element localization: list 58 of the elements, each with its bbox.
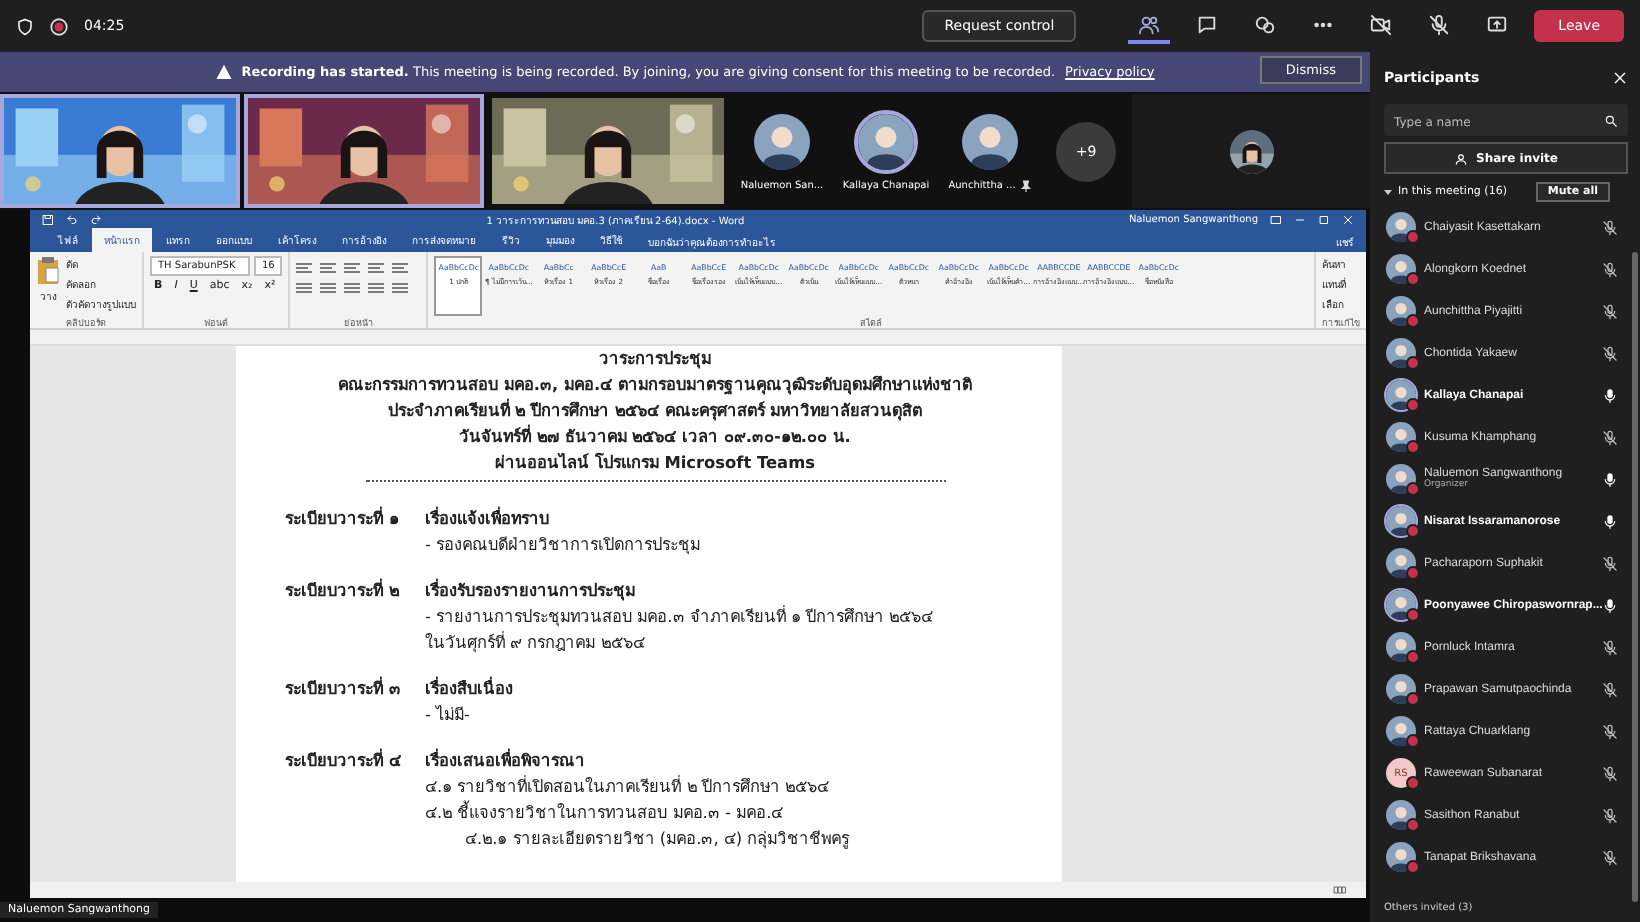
- agenda-line: ในวันศุกร์ที่ ๙ กรกฎาคม ๒๕๖๔: [425, 630, 647, 656]
- share-screen-icon: [1486, 13, 1509, 35]
- heading-line: วันจันทร์ที่ ๒๗ ธันวาคม ๒๕๖๔ เวลา ๐๙.๓๐-๑๒.๐๐ น.: [457, 424, 853, 450]
- agenda-title: เรื่องรับรองรายงานการประชุม: [425, 578, 637, 604]
- people-icon: [1138, 13, 1161, 35]
- heading-line: ประจำภาคเรียนที่ ๒ ปีการศึกษา ๒๕๖๔ คณะครุศาสตร์ มหาวิทยาลัยสวนดุสิต: [385, 398, 925, 424]
- heading-line: ผ่านออนไลน์ โปรแกรม Microsoft Teams: [493, 450, 817, 476]
- mic-off-icon[interactable]: [1602, 219, 1618, 235]
- scrollbar[interactable]: [1632, 252, 1638, 902]
- mic-icon[interactable]: [1602, 513, 1618, 529]
- agenda-title: เรื่องแจ้งเพื่อทราบ: [425, 506, 551, 532]
- warning-icon: [215, 64, 232, 80]
- agenda-label: ระเบียบวาระที่ ๒: [285, 578, 401, 604]
- mic-icon[interactable]: [1602, 471, 1618, 487]
- close-icon[interactable]: [1342, 214, 1354, 226]
- paste-icon[interactable]: [36, 256, 60, 284]
- agenda-label: ระเบียบวาระที่ ๔: [285, 748, 403, 774]
- agenda-line: - ไม่มี-: [425, 702, 473, 728]
- agenda-label: ระเบียบวาระที่ ๑: [285, 506, 401, 532]
- agenda-line: - รองคณบดีฝ่ายวิชาการเปิดการประชุม: [425, 532, 703, 558]
- redo-icon[interactable]: [90, 214, 102, 226]
- mic-off-icon[interactable]: [1602, 723, 1618, 739]
- mic-off-icon: [1428, 13, 1451, 35]
- mic-off-icon[interactable]: [1602, 849, 1618, 865]
- agenda-line: - รายงานการประชุมทวนสอบ มคอ.๓ จำภาคเรียนที่ ๑ ปีการศึกษา ๒๕๖๔: [425, 604, 936, 630]
- chat-icon: [1196, 13, 1219, 35]
- undo-icon[interactable]: [66, 214, 78, 226]
- camera-off-icon: [1370, 13, 1393, 35]
- agenda-title: เรื่องสืบเนื่อง: [425, 676, 515, 702]
- reactions-icon: [1254, 13, 1277, 35]
- invite-icon: [1454, 151, 1468, 165]
- recording-icon: [50, 17, 68, 35]
- close-icon[interactable]: [1612, 70, 1628, 86]
- mic-off-icon[interactable]: [1602, 765, 1618, 781]
- agenda-subline: ๔.๒.๑ รายละเอียดรายวิชา (มคอ.๓, ๔) กลุ่มวิชาชีพครู: [463, 826, 852, 852]
- mic-off-icon[interactable]: [1602, 261, 1618, 277]
- agenda-label: ระเบียบวาระที่ ๓: [285, 676, 403, 702]
- agenda-line: ๔.๒ ชี้แจงรายวิชาในการทวนสอบ มคอ.๓ - มคอ.๔: [425, 800, 786, 826]
- mic-off-icon[interactable]: [1602, 345, 1618, 361]
- minimize-icon[interactable]: [1294, 214, 1306, 226]
- shield-icon: [16, 17, 34, 35]
- heading-line: วาระการประชุม: [597, 346, 713, 372]
- save-icon[interactable]: [42, 214, 54, 226]
- mic-off-icon[interactable]: [1602, 429, 1618, 445]
- mic-off-icon[interactable]: [1602, 303, 1618, 319]
- mic-off-icon[interactable]: [1602, 555, 1618, 571]
- mic-off-icon[interactable]: [1602, 681, 1618, 697]
- mic-icon[interactable]: [1602, 597, 1618, 613]
- ribbon-options-icon[interactable]: [1270, 214, 1282, 226]
- mic-icon[interactable]: [1602, 387, 1618, 403]
- caret-icon[interactable]: [1384, 188, 1392, 196]
- maximize-icon[interactable]: [1318, 214, 1330, 226]
- agenda-line: ๔.๑ รายวิชาที่เปิดสอนในภาคเรียนที่ ๒ ปีการศึกษา ๒๕๖๔: [425, 774, 832, 800]
- mic-off-icon[interactable]: [1602, 807, 1618, 823]
- heading-line: คณะกรรมการทวนสอบ มคอ.๓, มคอ.๔ ตามกรอบมาตรฐานคุณวุฒิระดับอุดมศึกษาแห่งชาติ: [336, 372, 974, 398]
- mic-off-icon[interactable]: [1602, 639, 1618, 655]
- agenda-title: เรื่องเสนอเพื่อพิจารณา: [425, 748, 587, 774]
- search-icon: [1604, 113, 1618, 127]
